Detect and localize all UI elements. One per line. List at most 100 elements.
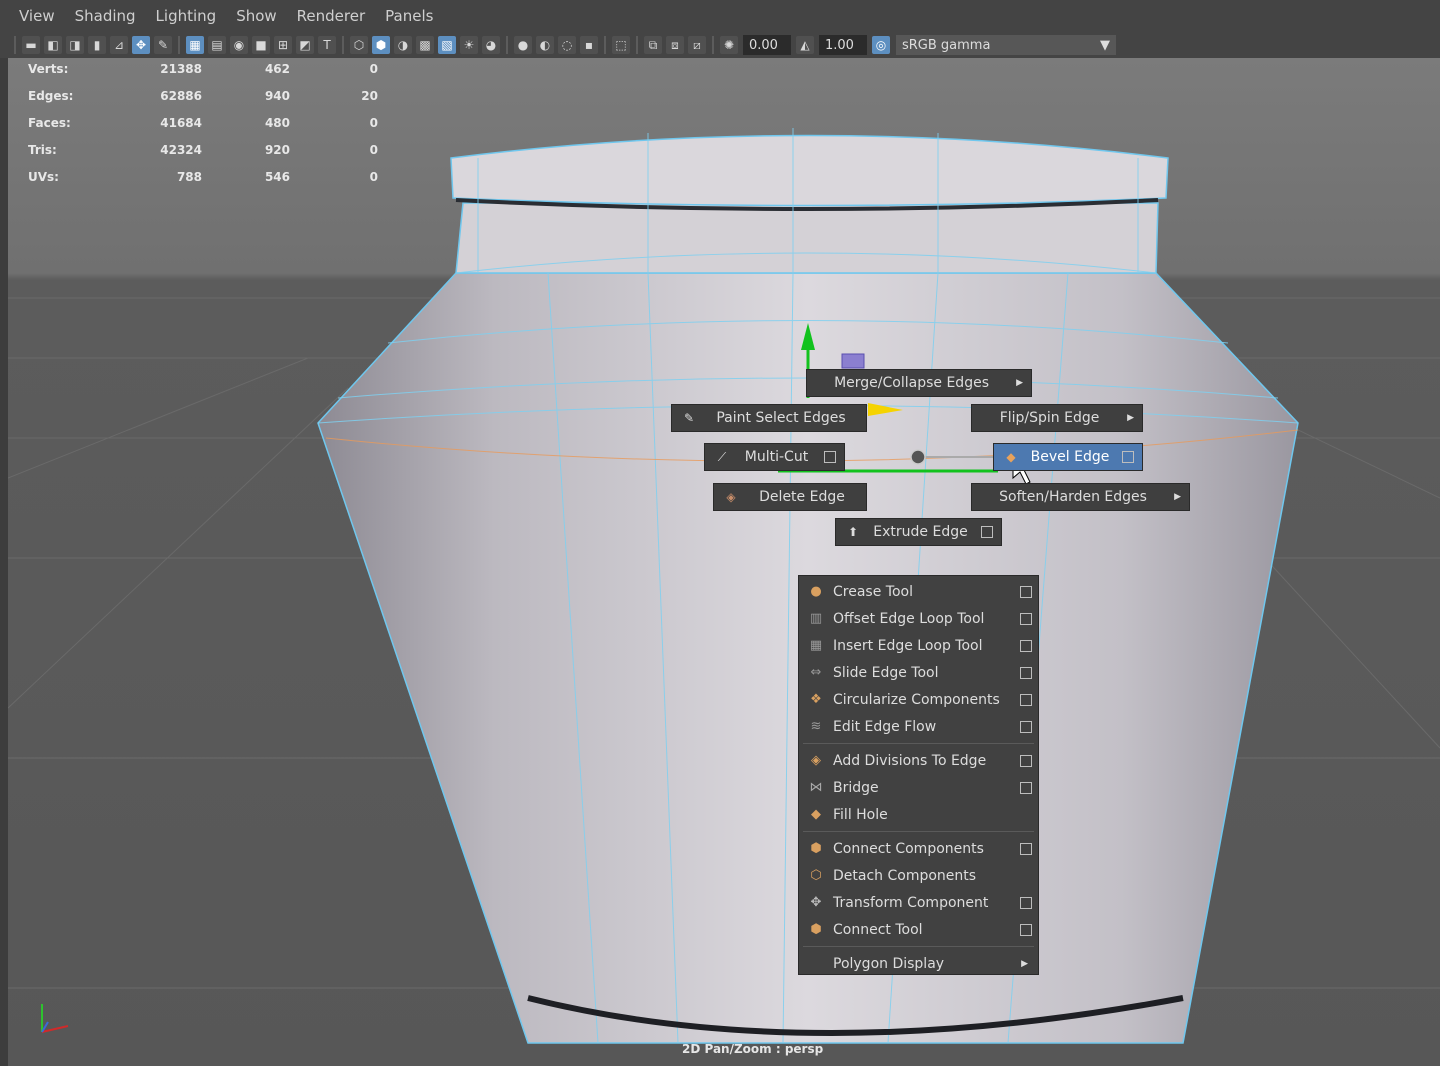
slide-edge-icon: ⇔ <box>810 665 822 680</box>
mm-label: Soften/Harden Edges <box>999 489 1147 505</box>
ao-icon[interactable]: ● <box>514 36 532 54</box>
menu-item-fill-hole[interactable]: ◆ Fill Hole <box>799 801 1038 828</box>
wireframe-icon[interactable]: ⬡ <box>350 36 368 54</box>
menu-item-label: Connect Components <box>833 840 984 857</box>
lights-icon[interactable]: ☀ <box>460 36 478 54</box>
mm-soften-harden-edges[interactable]: Soften/Harden Edges ▶ <box>971 483 1190 511</box>
aa-icon[interactable]: ◌ <box>558 36 576 54</box>
option-box-icon[interactable] <box>1020 781 1032 794</box>
menu-view[interactable]: View <box>0 7 65 25</box>
menu-item-bridge[interactable]: ⋈ Bridge <box>799 774 1038 801</box>
hud-value: 546 <box>264 170 290 184</box>
option-box-icon[interactable] <box>1020 896 1032 909</box>
menu-item-label: Circularize Components <box>833 691 1000 708</box>
exposure-icon[interactable]: ✺ <box>720 36 738 54</box>
motion-blur-icon[interactable]: ◐ <box>536 36 554 54</box>
menu-shading[interactable]: Shading <box>65 7 146 25</box>
mm-flip-spin-edge[interactable]: Flip/Spin Edge ▶ <box>971 404 1143 432</box>
menu-item-polygon-display[interactable]: Polygon Display ▶ <box>799 950 1038 977</box>
option-box-icon[interactable] <box>824 451 836 463</box>
mm-bevel-edge[interactable]: ◆ Bevel Edge <box>993 443 1143 471</box>
gamma-field[interactable] <box>819 35 867 55</box>
option-box-icon[interactable] <box>1020 923 1032 936</box>
option-box-icon[interactable] <box>1020 720 1032 733</box>
menu-lighting[interactable]: Lighting <box>146 7 227 25</box>
move-icon[interactable]: ✥ <box>132 36 150 54</box>
option-box-icon[interactable] <box>1020 639 1032 652</box>
xray-icon[interactable]: ▧ <box>438 36 456 54</box>
menu-item-label: Bridge <box>833 779 879 796</box>
field-chart-icon[interactable]: ⊞ <box>274 36 292 54</box>
menu-item-offset-edge-loop[interactable]: ▥ Offset Edge Loop Tool <box>799 605 1038 632</box>
menu-show[interactable]: Show <box>226 7 286 25</box>
detach-components-icon: ⬡ <box>810 868 822 883</box>
option-box-icon[interactable] <box>981 526 993 538</box>
mm-delete-edge[interactable]: ◈ Delete Edge <box>713 483 867 511</box>
extrude-icon: ⬆ <box>847 525 859 539</box>
color-mgmt-icon[interactable]: ◎ <box>872 36 890 54</box>
gate-mask-icon[interactable]: ■ <box>252 36 270 54</box>
gamma-icon[interactable]: ◭ <box>796 36 814 54</box>
connect-tool-icon: ⬢ <box>810 922 822 937</box>
exposure-field[interactable] <box>743 35 791 55</box>
menu-item-label: Add Divisions To Edge <box>833 752 987 769</box>
hud-row-edges: Edges: 62886 940 20 <box>28 89 378 116</box>
viewport-toolbar: ▬ ◧ ◨ ▮ ⊿ ✥ ✎ ▦ ▤ ◉ ■ ⊞ ◩ T ⬡ ⬢ ◑ ▩ ▧ ☀ … <box>0 32 1440 58</box>
menu-item-crease-tool[interactable]: ● Crease Tool <box>799 578 1038 605</box>
mm-multi-cut[interactable]: ⟋ Multi-Cut <box>704 443 845 471</box>
xray-joints-icon[interactable]: ⧉ <box>644 36 662 54</box>
mm-paint-select-edges[interactable]: ✎ Paint Select Edges <box>671 404 867 432</box>
hud-value: 41684 <box>160 116 202 130</box>
menu-item-transform-component[interactable]: ✥ Transform Component <box>799 889 1038 916</box>
camera-book-icon[interactable]: ◨ <box>66 36 84 54</box>
hud-row-faces: Faces: 41684 480 0 <box>28 116 378 143</box>
shadows-icon[interactable]: ◕ <box>482 36 500 54</box>
menu-item-circularize[interactable]: ❖ Circularize Components <box>799 686 1038 713</box>
menu-item-edit-edge-flow[interactable]: ≋ Edit Edge Flow <box>799 713 1038 740</box>
camera-attr-icon[interactable]: ◧ <box>44 36 62 54</box>
color-space-dropdown[interactable]: sRGB gamma ▼ <box>896 35 1116 55</box>
option-box-icon[interactable] <box>1122 451 1134 463</box>
edge-flow-icon: ≋ <box>810 719 822 734</box>
textured-icon[interactable]: ▩ <box>416 36 434 54</box>
default-material-icon[interactable]: ◑ <box>394 36 412 54</box>
grid-snap-icon[interactable]: ⊿ <box>110 36 128 54</box>
xray-component-icon[interactable]: ⧈ <box>666 36 684 54</box>
toggle-hud-icon[interactable]: ⧄ <box>688 36 706 54</box>
option-box-icon[interactable] <box>1020 842 1032 855</box>
isolate-icon[interactable]: ⬚ <box>612 36 630 54</box>
grid-icon[interactable]: ▦ <box>186 36 204 54</box>
menu-item-slide-edge[interactable]: ⇔ Slide Edge Tool <box>799 659 1038 686</box>
menu-renderer[interactable]: Renderer <box>287 7 375 25</box>
safe-action-icon[interactable]: ◩ <box>296 36 314 54</box>
smooth-shade-icon[interactable]: ⬢ <box>372 36 390 54</box>
resolution-gate-icon[interactable]: ◉ <box>230 36 248 54</box>
option-box-icon[interactable] <box>1020 666 1032 679</box>
dof-icon[interactable]: ▪ <box>580 36 598 54</box>
menu-item-detach-components[interactable]: ⬡ Detach Components <box>799 862 1038 889</box>
perspective-viewport[interactable]: Verts: 21388 462 0 Edges: 62886 940 20 F… <box>8 58 1440 1066</box>
transform-component-icon: ✥ <box>810 895 822 910</box>
menu-item-add-divisions[interactable]: ◈ Add Divisions To Edge <box>799 747 1038 774</box>
menu-item-connect-components[interactable]: ⬢ Connect Components <box>799 835 1038 862</box>
menu-panels[interactable]: Panels <box>375 7 443 25</box>
toolbar-separator <box>178 36 180 54</box>
option-box-icon[interactable] <box>1020 585 1032 598</box>
hud-value: 788 <box>176 170 202 184</box>
film-gate-icon[interactable]: ▤ <box>208 36 226 54</box>
option-box-icon[interactable] <box>1020 612 1032 625</box>
paint-icon[interactable]: ✎ <box>154 36 172 54</box>
menu-divider <box>803 743 1034 744</box>
option-box-icon[interactable] <box>1020 754 1032 767</box>
menu-item-connect-tool[interactable]: ⬢ Connect Tool <box>799 916 1038 943</box>
camera-icon[interactable]: ▬ <box>22 36 40 54</box>
submenu-arrow-icon: ▶ <box>1174 492 1181 502</box>
menu-item-insert-edge-loop[interactable]: ▦ Insert Edge Loop Tool <box>799 632 1038 659</box>
mm-extrude-edge[interactable]: ⬆ Extrude Edge <box>835 518 1002 546</box>
bookmark-icon[interactable]: ▮ <box>88 36 106 54</box>
mm-label: Flip/Spin Edge <box>999 410 1100 426</box>
safe-title-icon[interactable]: T <box>318 36 336 54</box>
option-box-icon[interactable] <box>1020 693 1032 706</box>
mm-merge-collapse-edges[interactable]: Merge/Collapse Edges ▶ <box>806 369 1032 397</box>
hud-value: 0 <box>369 170 378 184</box>
